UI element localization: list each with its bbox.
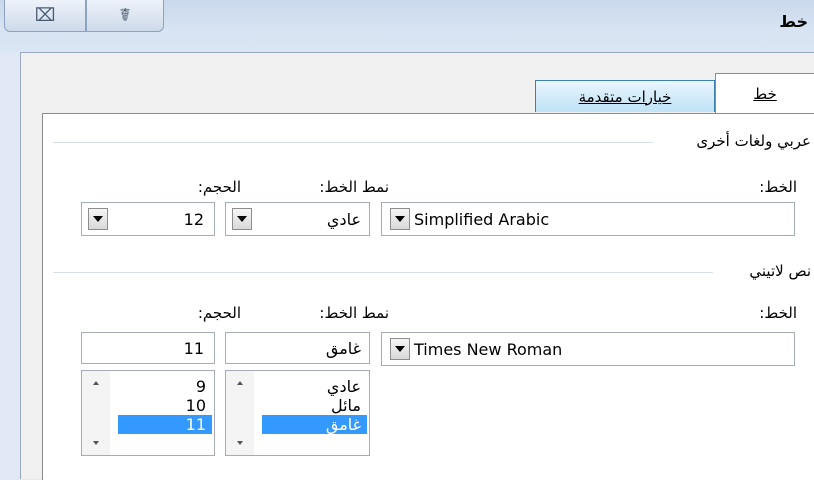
list-item-selected[interactable]: 11	[118, 415, 212, 434]
arabic-size-label: الحجم:	[197, 178, 241, 196]
arabic-size-value: 12	[183, 209, 204, 229]
group-divider	[53, 272, 713, 273]
arabic-group-title: عربي ولغات أخرى	[688, 132, 811, 150]
tab-advanced-label: خيارات متقدمة	[578, 87, 672, 106]
list-item[interactable]: 10	[118, 396, 212, 415]
title-bar: ⌧ ☤ خط	[0, 0, 814, 52]
help-icon: ☤	[118, 5, 132, 26]
arabic-style-label: نمط الخط:	[319, 178, 389, 196]
chevron-down-icon	[395, 346, 405, 352]
arabic-font-dropdown-button[interactable]	[390, 208, 410, 230]
help-button[interactable]: ☤	[86, 0, 164, 32]
tab-panel-font: عربي ولغات أخرى الخط: نمط الخط: الحجم: S…	[42, 113, 814, 480]
group-divider	[53, 142, 653, 143]
scroll-down-icon[interactable]	[93, 441, 99, 445]
chevron-down-icon	[93, 216, 103, 222]
font-dialog: خيارات متقدمة خط عربي ولغات أخرى الخط: ن…	[20, 52, 814, 480]
latin-font-value: Times New Roman	[414, 339, 563, 359]
scrollbar[interactable]	[226, 371, 254, 455]
list-item[interactable]: عادي	[262, 377, 367, 396]
latin-font-label: الخط:	[759, 304, 797, 322]
latin-style-input[interactable]: غامق	[225, 332, 370, 364]
latin-font-combo[interactable]: Times New Roman	[381, 332, 795, 366]
latin-size-label: الحجم:	[197, 304, 241, 322]
arabic-font-label: الخط:	[759, 178, 797, 196]
list-item-selected[interactable]: غامق	[262, 415, 367, 434]
latin-group-title: نص لاتيني	[741, 262, 811, 280]
arabic-size-combo[interactable]: 12	[81, 202, 215, 236]
scroll-down-icon[interactable]	[237, 441, 243, 445]
latin-size-input[interactable]: 11	[81, 332, 215, 364]
latin-size-list[interactable]: 9 10 11	[81, 370, 215, 456]
scroll-up-icon[interactable]	[93, 381, 99, 385]
list-item[interactable]: مائل	[262, 396, 367, 415]
arabic-size-dropdown-button[interactable]	[88, 208, 108, 230]
chevron-down-icon	[395, 216, 405, 222]
scroll-up-icon[interactable]	[237, 381, 243, 385]
close-icon: ⌧	[34, 5, 56, 26]
arabic-font-combo[interactable]: Simplified Arabic	[381, 202, 795, 236]
arabic-font-value: Simplified Arabic	[414, 209, 550, 229]
latin-font-dropdown-button[interactable]	[390, 338, 410, 360]
arabic-style-value: عادي	[326, 209, 361, 229]
scrollbar[interactable]	[82, 371, 110, 455]
close-button[interactable]: ⌧	[4, 0, 86, 32]
latin-style-list[interactable]: عادي مائل غامق	[225, 370, 370, 456]
tab-font-label: خط	[753, 85, 777, 103]
tab-advanced[interactable]: خيارات متقدمة	[535, 80, 715, 112]
list-item[interactable]: 9	[118, 377, 212, 396]
latin-style-label: نمط الخط:	[319, 304, 389, 322]
arabic-style-dropdown-button[interactable]	[232, 208, 252, 230]
window-title: خط	[779, 12, 808, 31]
arabic-style-combo[interactable]: عادي	[225, 202, 370, 236]
chevron-down-icon	[237, 216, 247, 222]
tab-font[interactable]: خط	[715, 73, 814, 114]
